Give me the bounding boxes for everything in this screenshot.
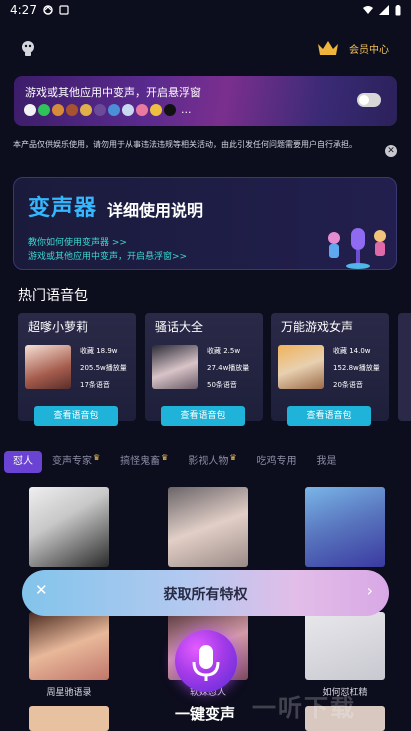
signal-icon — [379, 5, 389, 15]
tab-voice-expert[interactable]: 变声专家♛ — [42, 451, 110, 473]
pack-thumbnail — [152, 345, 198, 389]
status-time: 4:27 — [10, 3, 37, 17]
toggle-knob — [359, 95, 369, 105]
game-icon — [94, 103, 106, 116]
one-click-voice-change-label: 一键变声 — [174, 705, 235, 723]
tab-label: 影视人物 — [188, 456, 229, 467]
tab-label: 我是 — [316, 456, 337, 467]
tab-label: 搞怪鬼畜 — [120, 456, 161, 467]
voice-thumbnail[interactable] — [305, 487, 385, 567]
voice-thumbnail[interactable] — [168, 487, 248, 567]
wifi-icon — [363, 6, 373, 14]
sync-icon — [43, 5, 53, 15]
top-bar: 会员中心 — [0, 34, 411, 64]
tab-movie-characters[interactable]: 影视人物♛ — [178, 451, 246, 473]
one-click-voice-change-button[interactable] — [175, 630, 237, 692]
get-all-privileges-banner[interactable]: ✕ 获取所有特权 › — [22, 570, 389, 616]
floating-window-toggle[interactable] — [357, 93, 381, 107]
usage-guide-card[interactable]: 变声器 详细使用说明 教你如何使用变声器 >> 游戏或其他应用中变声，开启悬浮窗… — [13, 177, 397, 270]
tab-partial[interactable]: 我是 — [307, 451, 347, 473]
floating-window-title: 游戏或其他应用中变声，开启悬浮窗 — [25, 86, 201, 99]
tiktok-icon — [164, 103, 176, 116]
sim-icon — [59, 5, 69, 15]
view-pack-button[interactable]: 查看语音包 — [287, 406, 371, 426]
voice-title: 周星驰语录 — [46, 688, 92, 698]
guide-sub-title: 详细使用说明 — [107, 201, 204, 220]
pack-voice-count: 17条语音 — [80, 381, 110, 389]
qq-icon — [24, 103, 36, 116]
voice-thumbnail[interactable] — [29, 612, 109, 680]
guide-link-how-to-use[interactable]: 教你如何使用变声器 >> — [28, 235, 127, 248]
pack-collect-count: 收藏 2.5w — [207, 347, 241, 355]
crown-icon: ♛ — [93, 453, 101, 462]
wechat-icon — [38, 103, 50, 116]
crown-icon: ♛ — [229, 453, 237, 462]
pack-collect-count: 收藏 14.0w — [333, 347, 371, 355]
tab-pubg[interactable]: 吃鸡专用 — [247, 451, 307, 473]
app-icons-row: ... — [24, 103, 192, 116]
guide-link-floating-window[interactable]: 游戏或其他应用中变声，开启悬浮窗>> — [28, 249, 187, 262]
category-tabs: 怼人 变声专家♛ 搞怪鬼畜♛ 影视人物♛ 吃鸡专用 我是 — [4, 449, 411, 475]
game-icon — [122, 103, 134, 116]
battery-icon — [395, 4, 401, 15]
pack-name: 骚话大全 — [155, 320, 204, 334]
game-icon — [150, 103, 162, 116]
microphone-icon — [192, 645, 220, 681]
close-icon[interactable]: ✕ — [385, 145, 397, 157]
tab-label: 吃鸡专用 — [256, 456, 297, 467]
disclaimer-text: 本产品仅供娱乐使用，请勿用于从事违法违规等相关活动，由此引发任何问题需要用户自行… — [13, 140, 357, 149]
voice-pack-card-partial[interactable] — [398, 313, 411, 421]
voice-thumbnail[interactable] — [29, 487, 109, 567]
voice-thumbnail[interactable] — [305, 612, 385, 680]
game-icon — [136, 103, 148, 116]
game-icon — [108, 103, 120, 116]
vip-center-label: 会员中心 — [349, 44, 389, 56]
game-icon — [66, 103, 78, 116]
guide-big-title: 变声器 — [28, 196, 98, 221]
crown-icon — [318, 41, 338, 55]
more-apps: ... — [181, 103, 192, 116]
pack-name: 万能游戏女声 — [281, 320, 354, 334]
pack-voice-count: 50条语音 — [207, 381, 237, 389]
pack-voice-count: 20条语音 — [333, 381, 363, 389]
view-pack-button[interactable]: 查看语音包 — [34, 406, 118, 426]
tab-label: 变声专家 — [52, 456, 92, 467]
privilege-label: 获取所有特权 — [163, 587, 248, 603]
floating-window-banner[interactable]: 游戏或其他应用中变声，开启悬浮窗 ... — [14, 76, 397, 126]
tab-label: 怼人 — [13, 456, 33, 467]
pack-name: 超嗲小萝莉 — [28, 320, 89, 334]
voice-pack-card[interactable]: 万能游戏女声 收藏 14.0w 152.8w播放量 20条语音 查看语音包 — [271, 313, 389, 426]
hot-packs-title: 热门语音包 — [18, 288, 88, 304]
pack-play-count: 27.4w播放量 — [207, 364, 250, 372]
game-icon — [52, 103, 64, 116]
lightbulb-icon[interactable] — [20, 40, 36, 58]
voice-pack-card[interactable]: 超嗲小萝莉 收藏 18.9w 205.5w播放量 17条语音 查看语音包 — [18, 313, 136, 426]
voice-pack-card[interactable]: 骚话大全 收藏 2.5w 27.4w播放量 50条语音 查看语音包 — [145, 313, 263, 426]
pack-thumbnail — [25, 345, 71, 389]
view-pack-button[interactable]: 查看语音包 — [161, 406, 245, 426]
pack-thumbnail — [278, 345, 324, 389]
tab-funny[interactable]: 搞怪鬼畜♛ — [110, 451, 178, 473]
voice-thumbnail[interactable] — [29, 706, 109, 731]
tab-diss[interactable]: 怼人 — [4, 451, 42, 473]
chevron-right-icon[interactable]: › — [367, 581, 373, 600]
game-icon — [80, 103, 92, 116]
pack-collect-count: 收藏 18.9w — [80, 347, 118, 355]
pack-play-count: 152.8w播放量 — [333, 364, 380, 372]
pack-play-count: 205.5w播放量 — [80, 364, 127, 372]
status-bar: 4:27 — [0, 0, 411, 20]
watermark: 一听下载 — [252, 694, 356, 722]
crown-icon: ♛ — [161, 453, 169, 462]
microphone-illustration — [328, 228, 386, 269]
vip-center-button[interactable]: 会员中心 — [317, 40, 389, 56]
